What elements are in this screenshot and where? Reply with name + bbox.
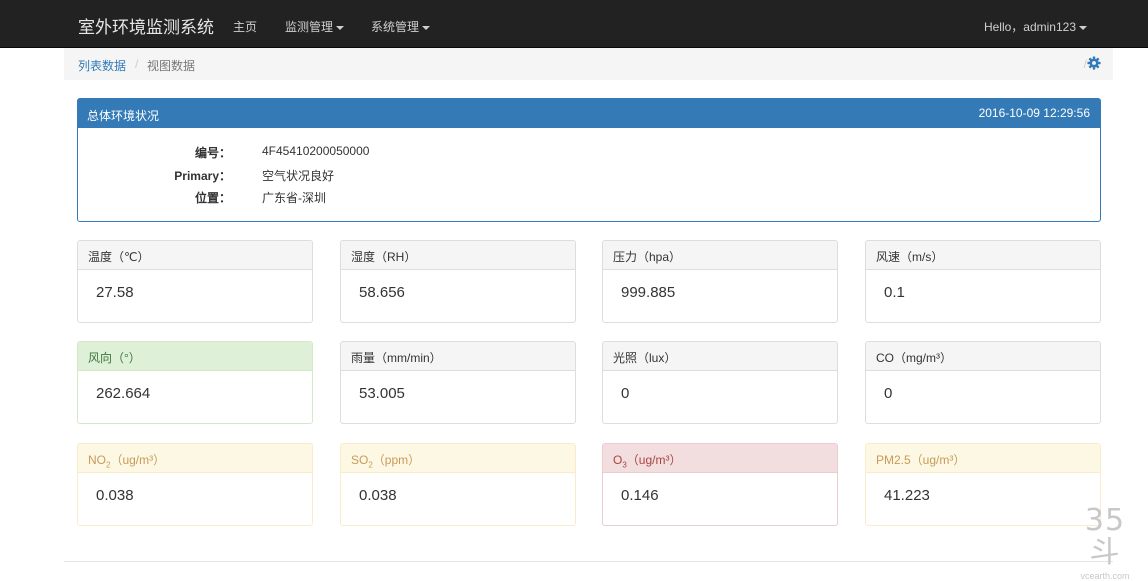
metric-wind-direction: 风向（°） 262.664 <box>77 341 313 424</box>
metric-label: NO2（ug/m³） <box>78 444 312 473</box>
nav-monitoring-label: 监测管理 <box>285 20 334 34</box>
label-main: O <box>613 453 623 467</box>
metric-wind-speed: 风速（m/s） 0.1 <box>865 240 1101 323</box>
overview-timestamp: 2016-10-09 12:29:56 <box>978 106 1090 120</box>
metric-label: CO（mg/m³） <box>866 342 1100 371</box>
metric-value: 262.664 <box>96 385 151 402</box>
metric-illuminance: 光照（lux） 0 <box>602 341 838 424</box>
breadcrumb-view-data[interactable]: 视图数据 <box>147 57 195 74</box>
overview-title: 总体环境状况 <box>87 109 160 123</box>
breadcrumb-list-data[interactable]: 列表数据 <box>78 57 126 74</box>
metric-value: 0.038 <box>96 487 134 504</box>
metric-label: 光照（lux） <box>603 342 837 371</box>
metric-label: 温度（℃） <box>78 241 312 270</box>
metric-value: 53.005 <box>359 385 405 402</box>
label-unit: （ug/m³） <box>110 453 166 467</box>
gear-icon[interactable] <box>1087 56 1101 70</box>
metric-value: 999.885 <box>621 284 676 301</box>
breadcrumb-separator: / <box>135 57 139 71</box>
watermark-logo: 35斗 <box>1084 503 1126 570</box>
metric-value: 41.223 <box>884 487 930 504</box>
user-greeting: Hello，admin123 <box>983 20 1076 34</box>
metric-value: 0 <box>884 385 893 402</box>
info-label: 位置： <box>194 191 231 205</box>
metric-rainfall: 雨量（mm/min） 53.005 <box>340 341 576 424</box>
info-label: Primary： <box>174 169 231 183</box>
metric-label: 压力（hpa） <box>603 241 837 270</box>
info-value: 广东省-深圳 <box>262 191 326 205</box>
metric-pm25: PM2.5（ug/m³） 41.223 <box>865 443 1101 526</box>
nav-home[interactable]: 主页 <box>233 18 257 35</box>
metric-so2: SO2（ppm） 0.038 <box>340 443 576 526</box>
nav-monitoring-menu[interactable]: 监测管理 <box>285 18 345 35</box>
metric-label: O3（ug/m³） <box>603 444 837 473</box>
metric-label: 雨量（mm/min） <box>341 342 575 371</box>
info-value: 4F45410200050000 <box>262 144 370 158</box>
metric-value: 27.58 <box>96 284 134 301</box>
brand-title[interactable]: 室外环境监测系统 <box>78 13 214 38</box>
metric-label: SO2（ppm） <box>341 444 575 473</box>
metric-value: 0.146 <box>621 487 659 504</box>
metric-value: 58.656 <box>359 284 405 301</box>
overview-panel-header: 总体环境状况 2016-10-09 12:29:56 <box>78 99 1100 128</box>
metric-value: 0.1 <box>884 284 905 301</box>
label-main: NO <box>88 453 106 467</box>
label-main: SO <box>351 453 369 467</box>
metric-co: CO（mg/m³） 0 <box>865 341 1101 424</box>
metric-humidity: 湿度（RH） 58.656 <box>340 240 576 323</box>
label-unit: （ppm） <box>372 453 421 467</box>
metric-label: 湿度（RH） <box>341 241 575 270</box>
footer-divider <box>64 561 1113 562</box>
label-unit: （ug/m³） <box>626 453 682 467</box>
overview-panel: 总体环境状况 2016-10-09 12:29:56 编号： 4F4541020… <box>77 98 1101 222</box>
watermark: 35斗 vcearth.com <box>1072 505 1138 581</box>
caret-down-icon <box>336 25 345 30</box>
metric-pressure: 压力（hpa） 999.885 <box>602 240 838 323</box>
metric-temperature: 温度（℃） 27.58 <box>77 240 313 323</box>
user-menu[interactable]: Hello，admin123 <box>984 18 1087 35</box>
watermark-site: vcearth.com <box>1080 571 1130 581</box>
info-label: 编号： <box>194 146 231 160</box>
metric-label: 风向（°） <box>78 342 312 371</box>
caret-down-icon <box>422 25 431 30</box>
info-value: 空气状况良好 <box>262 169 335 183</box>
metric-label: PM2.5（ug/m³） <box>866 444 1100 473</box>
caret-down-icon <box>1079 25 1087 30</box>
breadcrumb: 列表数据 / 视图数据 / <box>64 48 1113 80</box>
metric-no2: NO2（ug/m³） 0.038 <box>77 443 313 526</box>
metric-label: 风速（m/s） <box>866 241 1100 270</box>
top-navbar: 室外环境监测系统 主页 监测管理 系统管理 Hello，admin123 <box>0 0 1148 48</box>
metric-o3: O3（ug/m³） 0.146 <box>602 443 838 526</box>
nav-system-menu[interactable]: 系统管理 <box>371 18 431 35</box>
nav-system-label: 系统管理 <box>371 20 420 34</box>
metric-value: 0 <box>621 385 630 402</box>
metric-value: 0.038 <box>359 487 397 504</box>
